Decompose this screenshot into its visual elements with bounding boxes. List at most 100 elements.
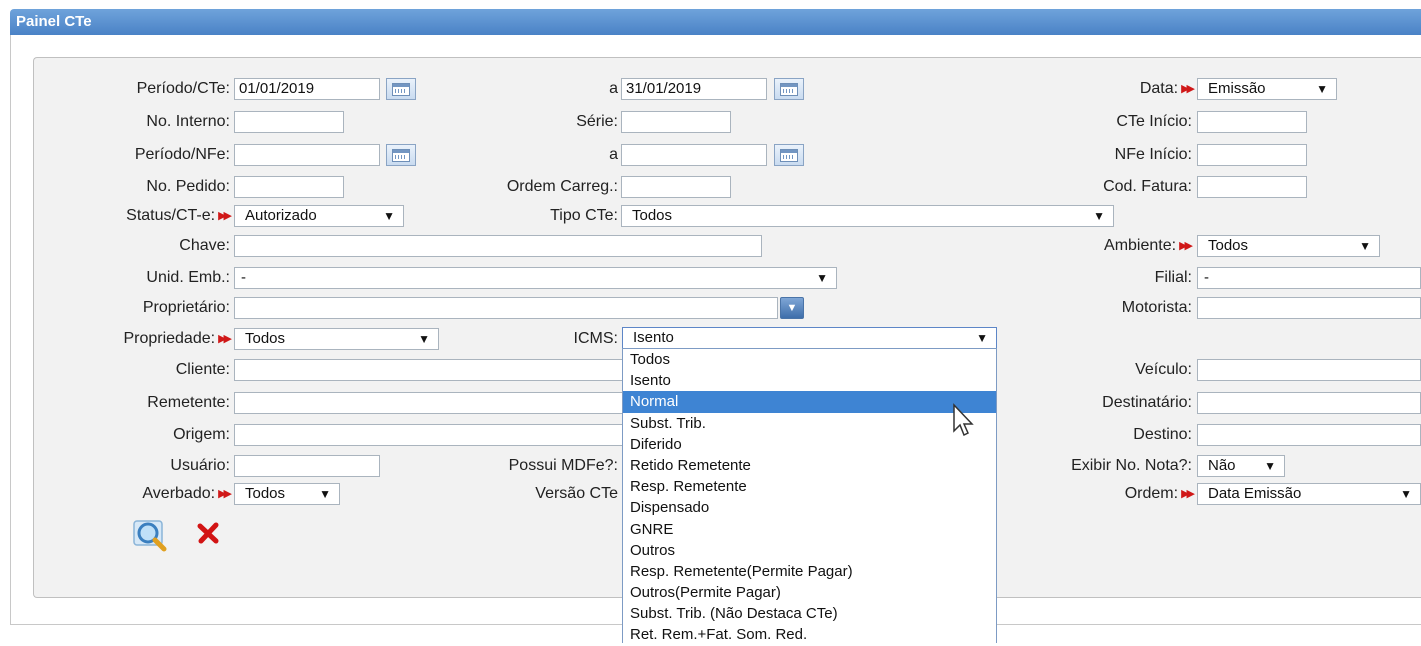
icms-option[interactable]: Retido Remetente (623, 455, 996, 476)
exibir-no-nota-select[interactable]: Não ▼ (1197, 455, 1285, 477)
averbado-label-text: Averbado: (142, 485, 216, 502)
required-icon: ▶▶ (1179, 240, 1193, 252)
calendar-icon[interactable] (386, 78, 416, 100)
veiculo-input[interactable] (1197, 359, 1421, 381)
status-cte-label-text: Status/CT-e: (126, 207, 216, 224)
calendar-icon[interactable] (774, 78, 804, 100)
propriedade-select-value: Todos (245, 330, 286, 347)
ordem-carreg-input[interactable] (621, 176, 731, 198)
usuario-input[interactable] (234, 455, 380, 477)
periodo-nfe-start-input[interactable] (234, 144, 380, 166)
combo-down-icon[interactable]: ▼ (780, 297, 804, 319)
proprietario-input[interactable] (234, 297, 778, 319)
icms-dropdown-list[interactable]: Todos Isento Normal Subst. Trib. Diferido Ret… (622, 348, 997, 643)
propriedade-select[interactable]: Todos ▼ (234, 328, 439, 350)
chave-input[interactable] (234, 235, 762, 257)
icms-option[interactable]: Outros(Permite Pagar) (623, 582, 996, 603)
versao-cte-label: Versão CTe (535, 485, 618, 502)
origem-label: Origem: (173, 426, 230, 443)
calendar-icon[interactable] (774, 144, 804, 166)
chave-label: Chave: (179, 237, 230, 254)
propriedade-label-text: Propriedade: (123, 330, 216, 347)
required-icon: ▶▶ (218, 333, 232, 345)
ambiente-select[interactable]: Todos ▼ (1197, 235, 1380, 257)
icms-option[interactable]: Subst. Trib. (623, 413, 996, 434)
icms-option[interactable]: Diferido (623, 434, 996, 455)
periodo-cte-ate-label: a (609, 80, 618, 97)
destinatario-input[interactable] (1197, 392, 1421, 414)
icms-label: ICMS: (573, 330, 618, 347)
data-label-text: Data: (1139, 80, 1179, 97)
chevron-down-icon: ▼ (383, 209, 395, 223)
periodo-cte-end-input[interactable]: 31/01/2019 (621, 78, 767, 100)
ambiente-label: Ambiente: ▶▶ (1104, 234, 1195, 258)
unid-emb-select[interactable]: - ▼ (234, 267, 837, 289)
exibir-no-nota-label: Exibir No. Nota?: (1071, 457, 1192, 474)
tipo-cte-select[interactable]: Todos ▼ (621, 205, 1114, 227)
periodo-nfe-end-input[interactable] (621, 144, 767, 166)
cod-fatura-input[interactable] (1197, 176, 1307, 198)
ordem-label-text: Ordem: (1124, 485, 1179, 502)
remetente-input[interactable] (234, 392, 624, 414)
origem-input[interactable] (234, 424, 624, 446)
no-pedido-input[interactable] (234, 176, 344, 198)
icms-option[interactable]: Subst. Trib. (Não Destaca CTe) (623, 603, 996, 624)
icms-option[interactable]: Dispensado (623, 497, 996, 518)
icms-option[interactable]: Isento (623, 370, 996, 391)
veiculo-label: Veículo: (1135, 361, 1192, 378)
serie-label: Série: (576, 113, 618, 130)
nfe-inicio-input[interactable] (1197, 144, 1307, 166)
required-icon: ▶▶ (1181, 488, 1195, 500)
icms-option[interactable]: Outros (623, 540, 996, 561)
window-title: Painel CTe (16, 13, 92, 30)
motorista-label: Motorista: (1121, 299, 1192, 316)
chevron-down-icon: ▼ (1093, 209, 1105, 223)
averbado-select[interactable]: Todos ▼ (234, 483, 340, 505)
chevron-down-icon: ▼ (319, 487, 331, 501)
cod-fatura-label: Cod. Fatura: (1103, 178, 1192, 195)
cliente-input[interactable] (234, 359, 624, 381)
ordem-label: Ordem: ▶▶ (1125, 482, 1197, 506)
propriedade-label: Propriedade: ▶▶ (123, 327, 234, 351)
chevron-down-icon: ▼ (1359, 239, 1371, 253)
no-interno-input[interactable] (234, 111, 344, 133)
chevron-down-icon: ▼ (418, 332, 430, 346)
icms-select[interactable]: Isento ▼ (622, 327, 997, 349)
red-x-icon[interactable] (196, 521, 220, 545)
ambiente-label-text: Ambiente: (1104, 237, 1177, 254)
mouse-cursor-icon (953, 403, 974, 437)
remetente-label: Remetente: (147, 394, 230, 411)
icms-option[interactable]: Ret. Rem.+Fat. Som. Red. (623, 624, 996, 645)
periodo-cte-start-input[interactable]: 01/01/2019 (234, 78, 380, 100)
chevron-down-icon: ▼ (1316, 82, 1328, 96)
chevron-down-icon: ▼ (816, 271, 828, 285)
tipo-cte-select-value: Todos (632, 207, 673, 224)
icms-option[interactable]: Todos (623, 349, 996, 370)
magnifier-icon[interactable] (130, 515, 172, 553)
filial-select-value: - (1204, 269, 1209, 286)
filial-select[interactable]: - (1197, 267, 1421, 289)
ambiente-select-value: Todos (1208, 237, 1249, 254)
data-label: Data: ▶▶ (1140, 77, 1197, 101)
motorista-input[interactable] (1197, 297, 1421, 319)
cte-inicio-input[interactable] (1197, 111, 1307, 133)
cliente-label: Cliente: (175, 361, 230, 378)
serie-input[interactable] (621, 111, 731, 133)
status-cte-select[interactable]: Autorizado ▼ (234, 205, 404, 227)
destino-input[interactable] (1197, 424, 1421, 446)
icms-option[interactable]: Normal (623, 391, 996, 413)
data-select[interactable]: Emissão ▼ (1197, 78, 1337, 100)
exibir-no-nota-select-value: Não (1208, 457, 1236, 474)
averbado-label: Averbado: ▶▶ (142, 482, 234, 506)
no-interno-label: No. Interno: (146, 113, 230, 130)
possui-mdfe-label: Possui MDFe?: (508, 457, 618, 474)
icms-option[interactable]: GNRE (623, 519, 996, 540)
cte-inicio-label: CTe Início: (1116, 113, 1192, 130)
icms-option[interactable]: Resp. Remetente (623, 476, 996, 497)
calendar-icon[interactable] (386, 144, 416, 166)
ordem-select[interactable]: Data Emissão ▼ (1197, 483, 1421, 505)
icms-option[interactable]: Resp. Remetente(Permite Pagar) (623, 561, 996, 582)
ordem-select-value: Data Emissão (1208, 485, 1302, 502)
usuario-label: Usuário: (170, 457, 230, 474)
required-icon: ▶▶ (218, 488, 232, 500)
